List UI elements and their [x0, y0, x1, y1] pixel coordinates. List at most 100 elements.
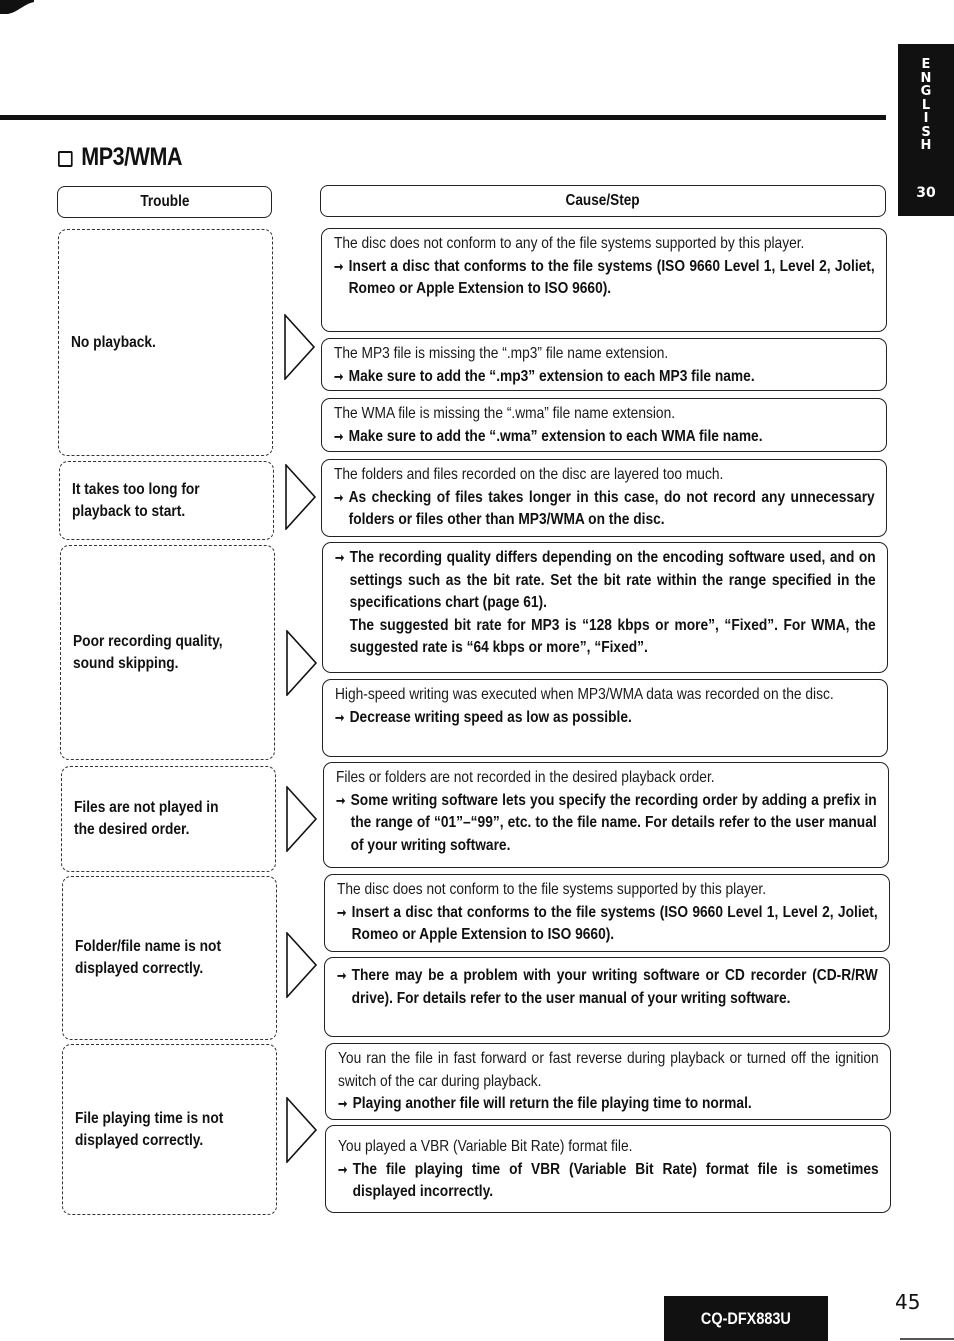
- trouble-line: displayed correctly.: [75, 960, 204, 977]
- cause-box: ➞ The recording quality differs depending…: [322, 542, 888, 673]
- footer-rule: [900, 1338, 954, 1340]
- step-text-content: There may be a problem with your writing…: [351, 967, 878, 1007]
- step-text: ➞ As checking of files takes longer in th…: [334, 487, 875, 532]
- cause-text: High-speed writing was executed when MP3…: [335, 686, 834, 703]
- trouble-text: Files are not played in the desired orde…: [74, 797, 219, 841]
- arrow-icon: [286, 786, 318, 852]
- section-title-text: MP3/WMA: [81, 143, 183, 171]
- right-arrow-icon: ➞: [338, 1161, 348, 1177]
- arrow-icon: [284, 314, 316, 380]
- section-number: 30: [916, 185, 936, 201]
- header-trouble-label: Trouble: [139, 193, 190, 210]
- corner-scan-mark: [0, 0, 34, 14]
- step-text: ➞ There may be a problem with your writin…: [337, 965, 878, 1010]
- language-letter: G: [920, 84, 932, 99]
- trouble-text: Poor recording quality, sound skipping.: [73, 631, 223, 675]
- header-trouble: Trouble: [57, 186, 272, 218]
- header-cause-step-label: Cause/Step: [565, 192, 641, 209]
- section-title: MP3/WMA: [58, 143, 183, 172]
- trouble-line: sound skipping.: [73, 654, 179, 672]
- language-letter: L: [921, 97, 931, 113]
- arrow-icon: [286, 630, 318, 696]
- cause-text: You ran the file in fast forward or fast…: [338, 1050, 879, 1090]
- cause-box: ➞ There may be a problem with your writin…: [324, 957, 890, 1037]
- step-text: ➞ Insert a disc that conforms to the file…: [337, 902, 878, 947]
- trouble-cell: No playback.: [58, 229, 273, 456]
- right-arrow-icon: ➞: [334, 428, 344, 444]
- trouble-text: It takes too long for playback to start.: [72, 479, 200, 523]
- step-text-content: The recording quality differs depending …: [349, 549, 876, 611]
- step-text-content: As checking of files takes longer in thi…: [348, 488, 875, 529]
- language-letter: E: [921, 57, 931, 72]
- step-text: ➞ Insert a disc that conforms to the file…: [334, 256, 875, 301]
- language-letter: H: [920, 138, 932, 153]
- trouble-line: Folder/file name is not: [75, 938, 222, 955]
- step-text: ➞ The file playing time of VBR (Variable …: [338, 1159, 879, 1204]
- trouble-cell: File playing time is not displayed corre…: [62, 1044, 277, 1215]
- right-arrow-icon: ➞: [337, 968, 347, 983]
- model-badge: CQ-DFX883U: [664, 1296, 828, 1341]
- trouble-line: Files are not played in: [74, 799, 219, 816]
- cause-text: The folders and files recorded on the di…: [334, 466, 724, 483]
- right-arrow-icon: ➞: [334, 368, 344, 384]
- trouble-line: Poor recording quality,: [73, 632, 223, 650]
- trouble-line: No playback.: [71, 333, 156, 351]
- cause-box: Files or folders are not recorded in the…: [323, 762, 889, 868]
- step-text-content: Make sure to add the “.mp3” extension to…: [348, 367, 755, 385]
- cause-box: High-speed writing was executed when MP3…: [322, 679, 888, 757]
- step-text-continued: The suggested bit rate for MP3 is “128 k…: [349, 616, 876, 657]
- step-text: ➞ Make sure to add the “.mp3” extension t…: [334, 366, 875, 389]
- step-text: ➞ Decrease writing speed as low as possib…: [335, 707, 876, 730]
- step-text-content: Insert a disc that conforms to the file …: [348, 257, 875, 298]
- step-text-content: Playing another file will return the fil…: [352, 1095, 752, 1112]
- arrow-icon: [286, 932, 318, 998]
- page-number: 45: [895, 1290, 921, 1314]
- language-letter: N: [920, 70, 932, 86]
- step-text: ➞ Some writing software lets you specify …: [336, 790, 877, 858]
- header-cause-step: Cause/Step: [320, 185, 886, 217]
- right-arrow-icon: ➞: [337, 904, 347, 920]
- cause-box: You ran the file in fast forward or fast…: [325, 1043, 891, 1120]
- cause-text: The MP3 file is missing the “.mp3” file …: [334, 345, 669, 362]
- step-text-content: The file playing time of VBR (Variable B…: [352, 1160, 879, 1201]
- right-arrow-icon: ➞: [335, 709, 345, 725]
- trouble-text: File playing time is not displayed corre…: [75, 1108, 223, 1152]
- step-text: ➞ Make sure to add the “.wma” extension t…: [334, 426, 875, 449]
- model-name: CQ-DFX883U: [701, 1308, 791, 1328]
- language-tab: E N G L I S H 30: [898, 44, 954, 216]
- right-arrow-icon: ➞: [334, 489, 344, 505]
- trouble-line: displayed correctly.: [75, 1131, 204, 1149]
- cause-text: Files or folders are not recorded in the…: [336, 769, 715, 786]
- cause-text: The disc does not conform to the file sy…: [337, 881, 767, 898]
- step-text: ➞ Playing another file will return the fi…: [338, 1093, 879, 1116]
- right-arrow-icon: ➞: [334, 258, 344, 274]
- arrow-icon: [285, 464, 317, 530]
- language-letter: S: [921, 124, 931, 140]
- cause-box: The folders and files recorded on the di…: [321, 459, 887, 537]
- right-arrow-icon: ➞: [335, 550, 345, 565]
- language-letter: I: [923, 111, 929, 126]
- language-letters: E N G L I S H: [898, 58, 954, 153]
- cause-box: The disc does not conform to any of the …: [321, 228, 887, 332]
- step-text-content: Insert a disc that conforms to the file …: [351, 903, 878, 944]
- step-text-content: Some writing software lets you specify t…: [350, 791, 877, 854]
- trouble-line: File playing time is not: [75, 1109, 224, 1127]
- step-text-content: Decrease writing speed as low as possibl…: [349, 708, 632, 726]
- arrow-icon: [286, 1097, 318, 1163]
- trouble-cell: Files are not played in the desired orde…: [61, 766, 276, 872]
- trouble-line: It takes too long for: [72, 480, 200, 498]
- trouble-line: the desired order.: [74, 821, 190, 838]
- cause-text: You played a VBR (Variable Bit Rate) for…: [338, 1138, 633, 1155]
- right-arrow-icon: ➞: [338, 1096, 348, 1111]
- cause-text: The WMA file is missing the “.wma” file …: [334, 405, 676, 422]
- top-rule: [0, 115, 886, 120]
- step-text: ➞ The recording quality differs depending…: [335, 547, 876, 615]
- cause-box: You played a VBR (Variable Bit Rate) for…: [325, 1125, 891, 1213]
- trouble-text: Folder/file name is not displayed correc…: [75, 936, 221, 980]
- step-text-content: Make sure to add the “.wma” extension to…: [348, 427, 763, 445]
- trouble-cell: Poor recording quality, sound skipping.: [60, 545, 275, 760]
- right-arrow-icon: ➞: [336, 792, 346, 808]
- trouble-cell: It takes too long for playback to start.: [59, 461, 274, 540]
- trouble-text: No playback.: [71, 332, 156, 354]
- square-bullet-icon: [58, 150, 73, 167]
